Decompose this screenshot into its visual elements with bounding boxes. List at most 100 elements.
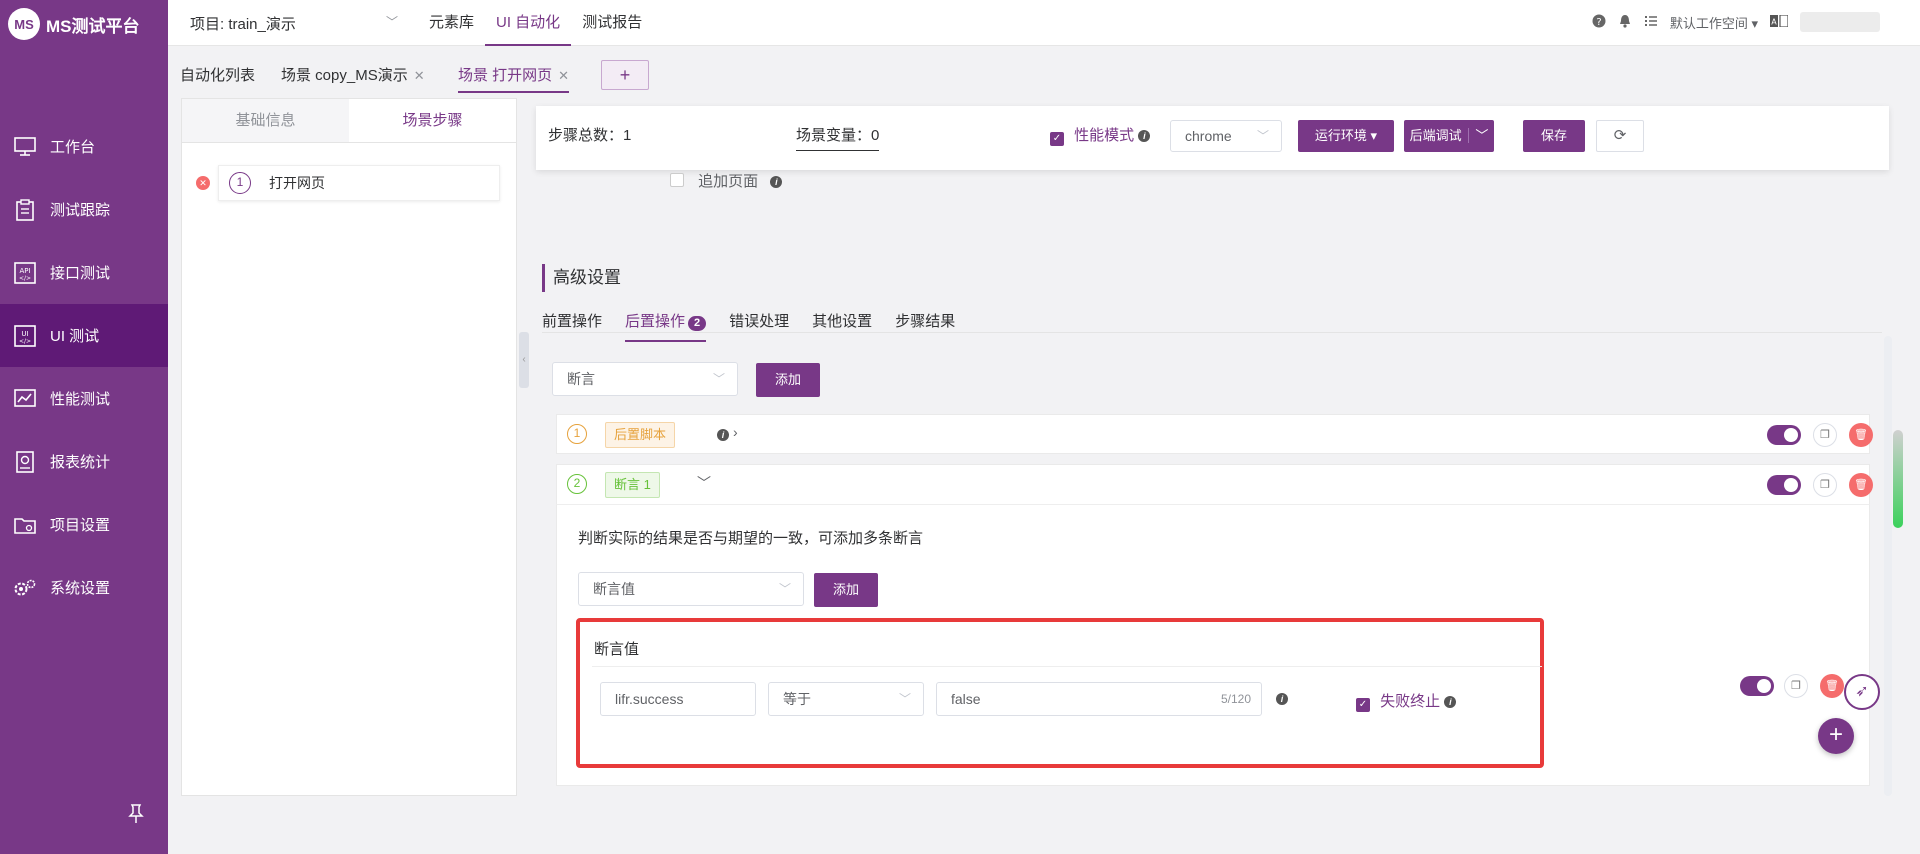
top-nav-element-library[interactable]: 元素库 bbox=[418, 0, 485, 46]
step-tree-item[interactable]: ✕ 1 打开网页 bbox=[196, 165, 504, 201]
svg-text:API: API bbox=[19, 267, 30, 275]
chevron-down-icon[interactable]: ﹀ bbox=[1468, 128, 1489, 143]
browser-value: chrome bbox=[1185, 128, 1232, 144]
copy-icon[interactable]: ❐ bbox=[1784, 674, 1808, 698]
top-right-tools: ? 默认工作空间 ▾ A bbox=[1592, 12, 1880, 32]
sidebar: MS MS测试平台 工作台 测试跟踪 API </> 接口测试 UI </> UI … bbox=[0, 0, 168, 854]
sidebar-item-workbench[interactable]: 工作台 bbox=[0, 115, 168, 178]
chevron-down-icon: ﹀ bbox=[1256, 129, 1269, 143]
tab-scene-open-page[interactable]: 场景 打开网页 ✕ bbox=[458, 64, 570, 93]
run-env-button[interactable]: 运行环境 ▾ bbox=[1298, 120, 1394, 152]
assertion-value-title: 断言值 bbox=[594, 641, 640, 658]
workspace-select[interactable]: 默认工作空间 ▾ bbox=[1670, 13, 1758, 32]
collapse-panel-handle[interactable]: ‹ bbox=[519, 332, 529, 388]
scene-header-bar: 步骤总数：1 场景变量：0 ✓ 性能模式 i chrome ﹀ 运行环境 ▾ 后… bbox=[536, 106, 1889, 170]
trash-icon[interactable]: 🗑 bbox=[1849, 473, 1873, 497]
scene-left-panel: 基础信息 场景步骤 ✕ 1 打开网页 bbox=[181, 98, 517, 796]
backend-debug-button[interactable]: 后端调试 ﹀ bbox=[1404, 120, 1494, 152]
sidebar-item-api-test[interactable]: API </> 接口测试 bbox=[0, 241, 168, 304]
pin-icon[interactable] bbox=[128, 804, 144, 829]
ui-icon: UI </> bbox=[12, 324, 38, 348]
chevron-down-icon: ﹀ bbox=[898, 692, 911, 706]
user-avatar[interactable] bbox=[1800, 12, 1880, 32]
sidebar-item-project-settings[interactable]: 项目设置 bbox=[0, 493, 168, 556]
sidebar-item-ui-test[interactable]: UI </> UI 测试 bbox=[0, 304, 168, 367]
compass-icon[interactable]: ➶ bbox=[1844, 674, 1880, 710]
copy-icon[interactable]: ❐ bbox=[1813, 473, 1837, 497]
assertion-tag: 断言 1 bbox=[605, 472, 660, 498]
sidebar-item-system-settings[interactable]: 系统设置 bbox=[0, 556, 168, 619]
operation-type-value: 断言 bbox=[567, 371, 595, 387]
delete-step-icon[interactable]: ✕ bbox=[196, 176, 210, 190]
content-scrollbar[interactable] bbox=[1884, 336, 1892, 796]
sidebar-item-label: 报表统计 bbox=[50, 454, 111, 471]
left-panel-tabs: 基础信息 场景步骤 bbox=[182, 99, 516, 143]
checkbox-unchecked-icon bbox=[670, 173, 684, 187]
monitor-icon bbox=[12, 135, 38, 159]
top-nav: 元素库 UI 自动化 测试报告 bbox=[418, 0, 653, 46]
tab-scene-copy[interactable]: 场景 copy_MS演示 ✕ bbox=[281, 64, 425, 85]
enable-toggle[interactable] bbox=[1767, 475, 1801, 495]
save-button[interactable]: 保存 bbox=[1523, 120, 1585, 152]
project-select[interactable]: 项目: train_演示 ﹀ bbox=[190, 13, 398, 34]
enable-toggle[interactable] bbox=[1767, 425, 1801, 445]
close-icon[interactable]: ✕ bbox=[558, 68, 569, 83]
clipboard-icon bbox=[12, 198, 38, 222]
language-icon[interactable]: A bbox=[1770, 14, 1789, 30]
add-page-checkbox[interactable]: 追加页面 i bbox=[670, 170, 783, 191]
refresh-icon: ⟳ bbox=[1613, 127, 1627, 144]
sidebar-item-report[interactable]: 报表统计 bbox=[0, 430, 168, 493]
tab-label: 场景 打开网页 bbox=[458, 67, 553, 84]
help-icon[interactable]: ? bbox=[1592, 14, 1606, 31]
refresh-button[interactable]: ⟳ bbox=[1596, 120, 1644, 152]
assertion-field-value: lifr.success bbox=[615, 691, 684, 707]
perf-mode-checkbox[interactable]: ✓ 性能模式 i bbox=[1050, 124, 1151, 146]
add-operation-button[interactable]: 添加 bbox=[756, 363, 820, 397]
divider bbox=[592, 666, 1542, 667]
assertion-expected-input[interactable]: false 5/120 bbox=[936, 682, 1262, 716]
trash-icon[interactable]: 🗑 bbox=[1820, 674, 1844, 698]
operation-type-select[interactable]: 断言 ﹀ bbox=[552, 362, 738, 396]
info-icon: i bbox=[1276, 693, 1288, 705]
app-logo[interactable]: MS MS测试平台 bbox=[8, 8, 140, 40]
browser-select[interactable]: chrome ﹀ bbox=[1170, 120, 1282, 152]
add-fab-button[interactable]: + bbox=[1818, 718, 1854, 754]
tab-automation-list[interactable]: 自动化列表 bbox=[180, 64, 255, 85]
row-number: 2 bbox=[567, 474, 587, 494]
fail-stop-checkbox[interactable]: ✓ 失败终止 i bbox=[1356, 690, 1457, 712]
top-nav-ui-automation[interactable]: UI 自动化 bbox=[485, 0, 572, 46]
assertion-type-select[interactable]: 断言值 ﹀ bbox=[578, 572, 804, 606]
assertion-field-input[interactable]: lifr.success bbox=[600, 682, 756, 716]
close-icon[interactable]: ✕ bbox=[414, 68, 425, 83]
tab-basic-info[interactable]: 基础信息 bbox=[182, 99, 349, 142]
step-total: 步骤总数：1 bbox=[548, 127, 632, 144]
sidebar-item-label: 测试跟踪 bbox=[50, 202, 111, 219]
assertion-operator-select[interactable]: 等于 ﹀ bbox=[768, 682, 924, 716]
sidebar-item-label: 性能测试 bbox=[50, 391, 111, 408]
sidebar-item-perf-test[interactable]: 性能测试 bbox=[0, 367, 168, 430]
add-page-label: 追加页面 bbox=[698, 173, 759, 190]
add-tab-button[interactable]: + bbox=[601, 60, 649, 90]
top-nav-test-report[interactable]: 测试报告 bbox=[571, 0, 653, 46]
tab-label: 后置操作 bbox=[625, 313, 686, 330]
sidebar-item-label: 项目设置 bbox=[50, 517, 111, 534]
step-card[interactable]: 1 打开网页 bbox=[218, 165, 500, 201]
add-assertion-button[interactable]: 添加 bbox=[814, 573, 878, 607]
trash-icon[interactable]: 🗑 bbox=[1849, 423, 1873, 447]
assertion-description: 判断实际的结果是否与期望的一致，可添加多条断言 bbox=[578, 530, 924, 547]
editor-tabs: 自动化列表 场景 copy_MS演示 ✕ 场景 打开网页 ✕ + bbox=[168, 48, 1920, 104]
project-name: 项目: train_演示 bbox=[190, 16, 296, 33]
bell-icon[interactable] bbox=[1618, 14, 1632, 31]
svg-text:A: A bbox=[1771, 18, 1777, 27]
sidebar-item-test-track[interactable]: 测试跟踪 bbox=[0, 178, 168, 241]
chevron-down-icon[interactable]: ﹀ bbox=[697, 473, 711, 493]
assertion-enable-toggle[interactable] bbox=[1740, 676, 1774, 696]
scrollbar-thumb[interactable] bbox=[1893, 430, 1903, 528]
tab-scene-steps[interactable]: 场景步骤 bbox=[349, 99, 516, 142]
task-list-icon[interactable] bbox=[1644, 14, 1658, 31]
copy-icon[interactable]: ❐ bbox=[1813, 423, 1837, 447]
chevron-right-icon[interactable]: › bbox=[733, 424, 738, 440]
advanced-settings-title: 高级设置 bbox=[542, 264, 621, 292]
scene-variables-link[interactable]: 场景变量：0 bbox=[796, 124, 880, 151]
chevron-down-icon: ﹀ bbox=[778, 582, 791, 596]
